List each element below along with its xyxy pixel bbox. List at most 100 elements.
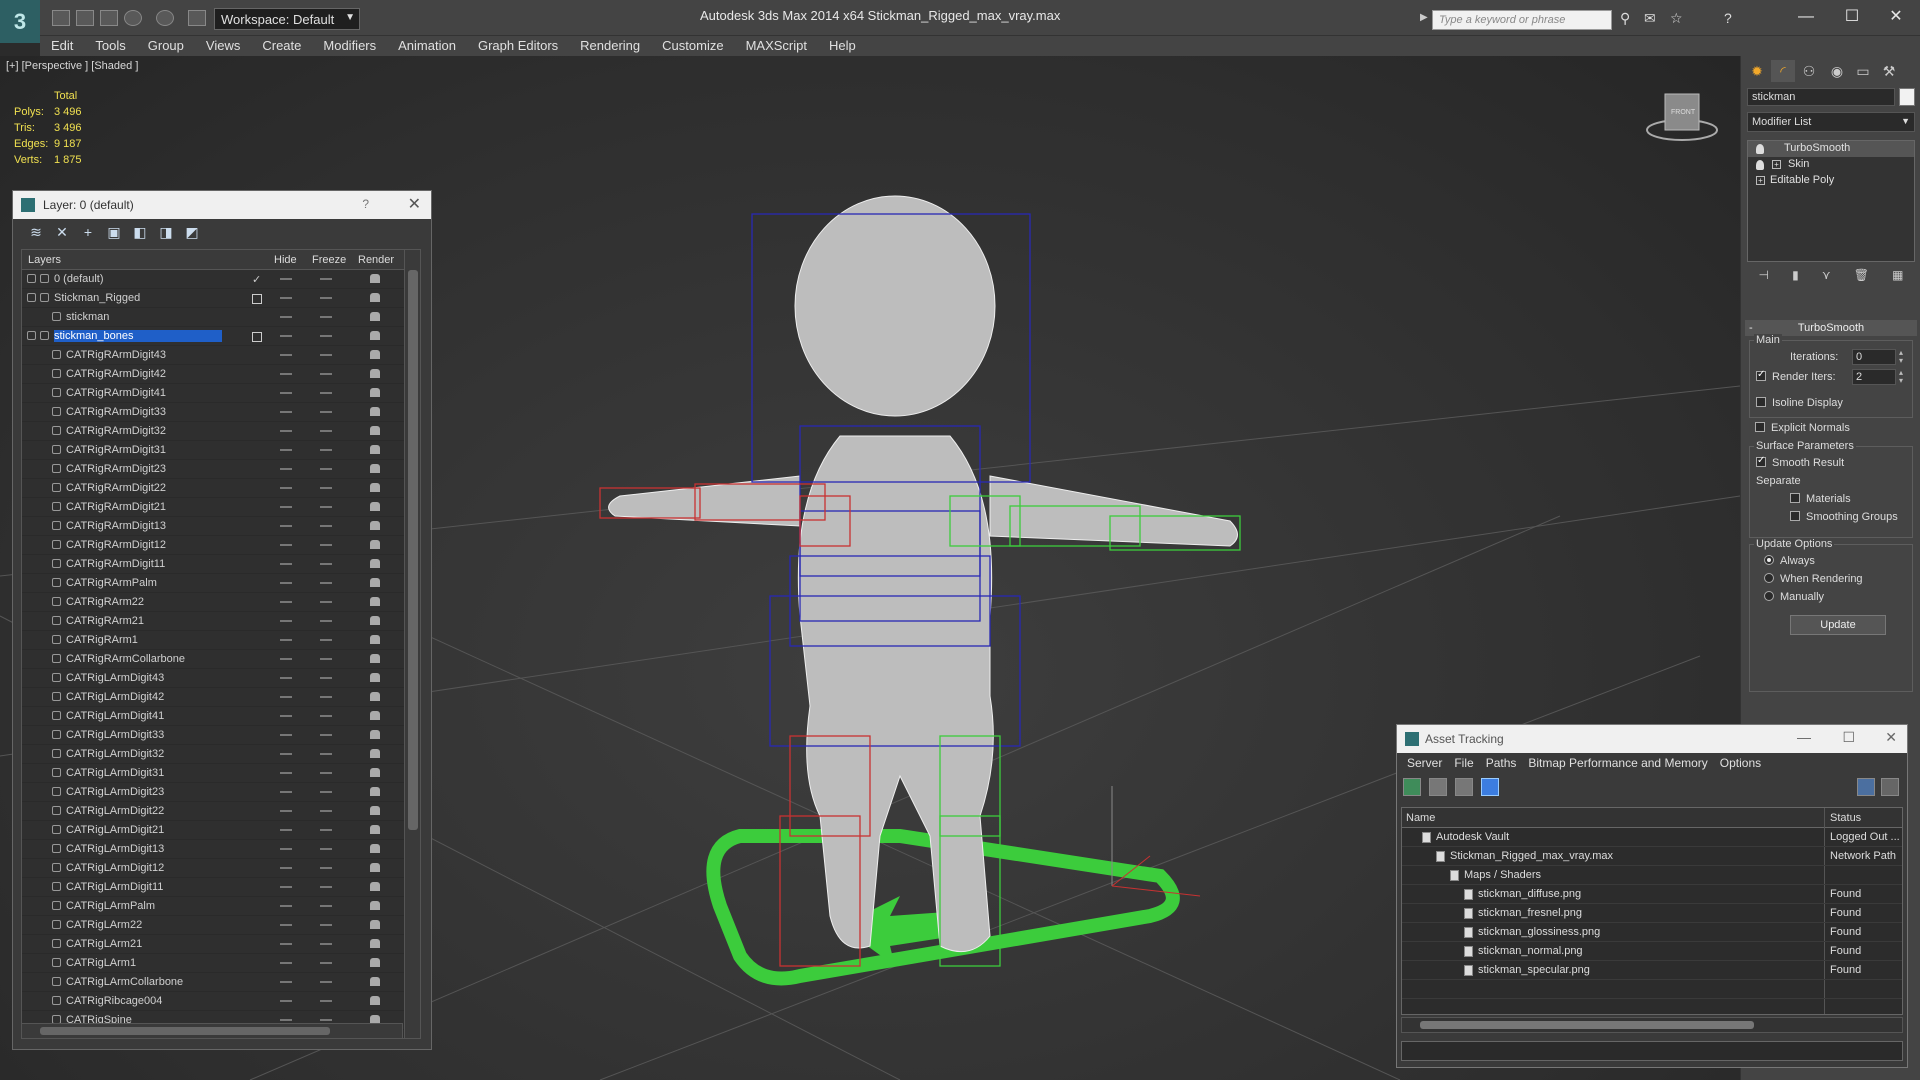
render-teapot-icon[interactable] (370, 844, 380, 853)
render-teapot-icon[interactable] (370, 749, 380, 758)
layer-name[interactable]: CATRigLArmDigit41 (66, 710, 164, 722)
when-rendering-radio[interactable]: When Rendering (1764, 573, 1863, 585)
render-teapot-icon[interactable] (370, 673, 380, 682)
minimize-icon[interactable]: — (1797, 729, 1811, 745)
layer-row[interactable]: CATRigLArm21 (22, 935, 420, 954)
layer-row[interactable]: CATRigLArmDigit11 (22, 878, 420, 897)
layer-row[interactable]: CATRigRArmDigit43 (22, 346, 420, 365)
freeze-toggle-icon[interactable] (320, 354, 332, 356)
layer-name[interactable]: CATRigLArmDigit33 (66, 729, 164, 741)
hide-toggle-icon[interactable] (280, 563, 292, 565)
hide-toggle-icon[interactable] (280, 468, 292, 470)
expand-icon[interactable]: + (1756, 176, 1765, 185)
render-teapot-icon[interactable] (370, 540, 380, 549)
layer-row[interactable]: CATRigRArm21 (22, 612, 420, 631)
hide-toggle-icon[interactable] (280, 449, 292, 451)
hide-toggle-icon[interactable] (280, 924, 292, 926)
highlight-layer-icon[interactable]: ◧ (131, 223, 149, 241)
asset-tracking-window[interactable]: Asset Tracking — ☐ ✕ Server File Paths Bitm… (1396, 724, 1908, 1068)
column-hide[interactable]: Hide (274, 254, 297, 266)
layer-row[interactable]: CATRigRArmDigit32 (22, 422, 420, 441)
set-current-layer-icon[interactable] (252, 294, 262, 304)
layer-row[interactable]: CATRigLArmDigit21 (22, 821, 420, 840)
layer-name[interactable]: CATRigLArmPalm (66, 900, 155, 912)
always-radio[interactable]: Always (1764, 555, 1815, 567)
layer-row[interactable]: CATRigRArmDigit21 (22, 498, 420, 517)
render-teapot-icon[interactable] (370, 502, 380, 511)
hide-toggle-icon[interactable] (280, 829, 292, 831)
layer-name[interactable]: CATRigRArmDigit22 (66, 482, 166, 494)
layer-row[interactable]: CATRigRibcage004 (22, 992, 420, 1011)
smooth-result-checkbox[interactable]: Smooth Result (1756, 455, 1844, 469)
hide-toggle-icon[interactable] (280, 582, 292, 584)
manually-radio[interactable]: Manually (1764, 591, 1824, 603)
freeze-toggle-icon[interactable] (320, 772, 332, 774)
layer-row[interactable]: CATRigLArm22 (22, 916, 420, 935)
render-teapot-icon[interactable] (370, 654, 380, 663)
column-render[interactable]: Render (358, 254, 394, 266)
freeze-toggle-icon[interactable] (320, 601, 332, 603)
render-teapot-icon[interactable] (370, 445, 380, 454)
asset-row[interactable]: Autodesk Vault Logged Out ... (1402, 828, 1902, 847)
show-end-result-icon[interactable]: ▮ (1792, 268, 1799, 286)
freeze-toggle-icon[interactable] (320, 734, 332, 736)
render-iters-checkbox[interactable]: Render Iters: (1756, 369, 1836, 383)
layer-row[interactable]: CATRigRArmDigit41 (22, 384, 420, 403)
freeze-toggle-icon[interactable] (320, 620, 332, 622)
binoculars-icon[interactable]: ⚲ (1620, 10, 1630, 27)
freeze-toggle-icon[interactable] (320, 373, 332, 375)
layer-manager-dialog[interactable]: Layer: 0 (default) ? ✕ ≋ ✕ + ▣ ◧ ◨ ◩ Lay… (12, 190, 432, 1050)
object-name-field[interactable]: stickman (1747, 88, 1895, 106)
layer-name[interactable]: CATRigLArmDigit32 (66, 748, 164, 760)
hide-toggle-icon[interactable] (280, 278, 292, 280)
iterations-spinner[interactable]: 0 (1852, 349, 1907, 365)
hide-toggle-icon[interactable] (280, 373, 292, 375)
add-to-layer-icon[interactable]: + (79, 223, 97, 241)
settings-icon[interactable] (1881, 778, 1899, 796)
search-expand-icon[interactable]: ▶ (1420, 12, 1428, 23)
redo-icon[interactable] (156, 10, 174, 26)
help-icon[interactable]: ? (1724, 10, 1732, 26)
asset-row[interactable]: Maps / Shaders (1402, 866, 1902, 885)
freeze-toggle-icon[interactable] (320, 563, 332, 565)
menu-views[interactable]: Views (195, 36, 251, 56)
modifier-stack-item[interactable]: + Skin (1748, 157, 1914, 173)
hide-toggle-icon[interactable] (280, 753, 292, 755)
lightbulb-icon[interactable] (1756, 144, 1764, 154)
hide-toggle-icon[interactable] (280, 696, 292, 698)
freeze-toggle-icon[interactable] (320, 582, 332, 584)
hide-toggle-icon[interactable] (280, 1019, 292, 1021)
layer-name[interactable]: CATRigLArmCollarbone (66, 976, 183, 988)
column-freeze[interactable]: Freeze (312, 254, 346, 266)
freeze-toggle-icon[interactable] (320, 639, 332, 641)
hide-toggle-icon[interactable] (280, 411, 292, 413)
render-teapot-icon[interactable] (370, 730, 380, 739)
layer-row[interactable]: Stickman_Rigged (22, 289, 420, 308)
freeze-toggle-icon[interactable] (320, 829, 332, 831)
scrollbar-thumb[interactable] (1420, 1021, 1754, 1029)
layer-name[interactable]: CATRigRArmDigit12 (66, 539, 166, 551)
hide-toggle-icon[interactable] (280, 525, 292, 527)
layer-name[interactable]: CATRigRArmCollarbone (66, 653, 185, 665)
hide-toggle-icon[interactable] (280, 867, 292, 869)
layer-row[interactable]: CATRigLArmDigit22 (22, 802, 420, 821)
layer-vertical-scrollbar[interactable] (404, 250, 420, 1038)
layer-name[interactable]: stickman (66, 311, 109, 323)
layer-name[interactable]: CATRigRArmDigit23 (66, 463, 166, 475)
hide-toggle-icon[interactable] (280, 905, 292, 907)
render-teapot-icon[interactable] (370, 521, 380, 530)
layer-name[interactable]: CATRigRArmDigit21 (66, 501, 166, 513)
refresh-icon[interactable] (1403, 778, 1421, 796)
layer-name[interactable]: Stickman_Rigged (54, 292, 140, 304)
render-teapot-icon[interactable] (370, 977, 380, 986)
layer-name[interactable]: CATRigRArmDigit31 (66, 444, 166, 456)
open-file-icon[interactable] (76, 10, 94, 26)
asset-tracking-titlebar[interactable]: Asset Tracking — ☐ ✕ (1397, 725, 1907, 753)
render-teapot-icon[interactable] (370, 559, 380, 568)
list-view-icon[interactable] (1429, 778, 1447, 796)
menu-customize[interactable]: Customize (651, 36, 734, 56)
remove-modifier-icon[interactable]: 🗑 (1854, 268, 1869, 286)
save-icon[interactable] (100, 10, 118, 26)
column-name[interactable]: Name (1406, 812, 1435, 824)
delete-layer-icon[interactable]: ✕ (53, 223, 71, 241)
